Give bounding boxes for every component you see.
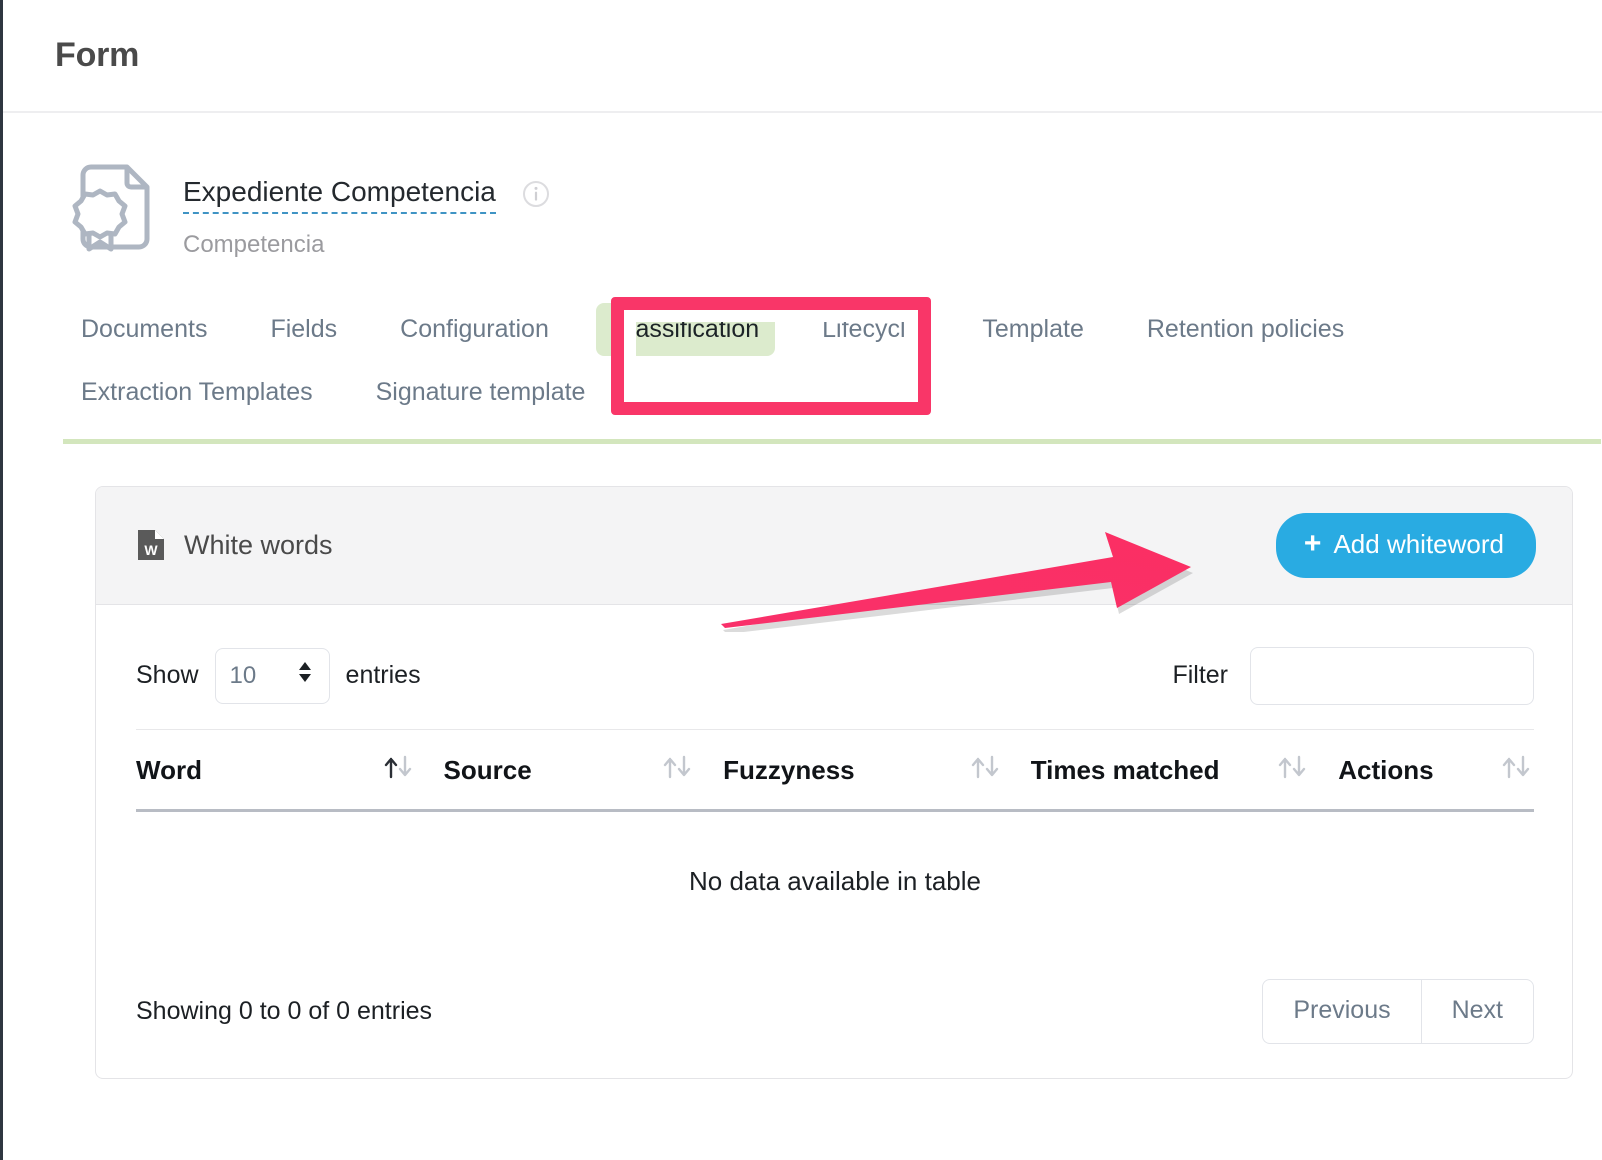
add-whiteword-label: Add whiteword — [1333, 529, 1504, 560]
document-title[interactable]: Expediente Competencia — [183, 177, 496, 214]
tab-extraction-templates[interactable]: Extraction Templates — [65, 366, 329, 419]
sort-icon-actions[interactable] — [1500, 754, 1534, 787]
column-label-times-matched: Times matched — [1031, 755, 1220, 786]
pagination: Previous Next — [1262, 979, 1534, 1044]
sort-icon-source[interactable] — [661, 754, 695, 787]
filter-input[interactable] — [1250, 647, 1534, 705]
column-header-times-matched[interactable]: Times matched — [1031, 729, 1339, 810]
entries-label: entries — [346, 661, 421, 690]
tab-underline — [63, 439, 1601, 444]
white-words-card: W White words + Add whiteword Show 10 — [95, 486, 1573, 1079]
filter-label: Filter — [1172, 661, 1228, 690]
svg-text:W: W — [144, 542, 158, 558]
tab-template[interactable]: Template — [966, 303, 1099, 356]
app-page: Form Expediente Competencia — [0, 0, 1602, 1160]
column-label-actions: Actions — [1338, 755, 1433, 786]
show-label: Show — [136, 661, 199, 690]
column-label-word: Word — [136, 755, 202, 786]
column-header-word[interactable]: Word — [136, 729, 444, 810]
table-head: Word Source — [136, 729, 1534, 810]
table-footer: Showing 0 to 0 of 0 entries Previous Nex… — [136, 957, 1534, 1044]
add-whiteword-button[interactable]: + Add whiteword — [1276, 513, 1536, 578]
word-document-icon: W — [138, 530, 164, 560]
next-page-button[interactable]: Next — [1421, 979, 1534, 1044]
showing-entries-info: Showing 0 to 0 of 0 entries — [136, 997, 432, 1026]
plus-icon: + — [1304, 529, 1322, 559]
white-words-table: Word Source — [136, 729, 1534, 957]
column-header-source[interactable]: Source — [444, 729, 724, 810]
tab-navigation: Documents Fields Configuration Classific… — [3, 303, 1602, 444]
table-empty-row: No data available in table — [136, 810, 1534, 957]
column-label-source: Source — [444, 755, 532, 786]
sort-icon-times-matched[interactable] — [1276, 754, 1310, 787]
page-length-select[interactable]: 10 — [215, 648, 330, 704]
table-body: No data available in table — [136, 810, 1534, 957]
page-length-value: 10 — [230, 662, 257, 690]
page-title: Form — [55, 36, 139, 75]
column-label-fuzzyness: Fuzzyness — [723, 755, 855, 786]
table-header-row: Word Source — [136, 729, 1534, 810]
tab-list: Documents Fields Configuration Classific… — [65, 303, 1572, 419]
tab-fields[interactable]: Fields — [254, 303, 353, 356]
filter-control: Filter — [1172, 647, 1534, 705]
column-header-fuzzyness[interactable]: Fuzzyness — [723, 729, 1031, 810]
top-bar: Form — [3, 0, 1602, 113]
column-header-actions[interactable]: Actions — [1338, 729, 1534, 810]
stepper-arrows-icon — [295, 659, 315, 692]
certificate-document-icon — [65, 157, 157, 253]
document-subtitle: Competencia — [183, 231, 550, 259]
tab-documents[interactable]: Documents — [65, 303, 223, 356]
empty-table-message: No data available in table — [136, 810, 1534, 957]
tab-signature-template[interactable]: Signature template — [360, 366, 602, 419]
table-controls: Show 10 entries — [136, 635, 1534, 729]
document-header: Expediente Competencia Competencia — [3, 113, 1602, 259]
white-words-card-header: W White words + Add whiteword — [96, 487, 1572, 605]
sort-icon-fuzzyness[interactable] — [969, 754, 1003, 787]
tab-classification[interactable]: Classification — [596, 303, 775, 356]
document-meta: Expediente Competencia Competencia — [183, 155, 550, 259]
show-entries-control: Show 10 entries — [136, 648, 421, 704]
white-words-card-body: Show 10 entries — [96, 605, 1572, 1078]
tab-retention-policies[interactable]: Retention policies — [1131, 303, 1360, 356]
info-circle-icon[interactable] — [522, 180, 550, 213]
sort-icon-word[interactable] — [382, 754, 416, 787]
white-words-title: White words — [184, 530, 333, 561]
tab-lifecycle[interactable]: Lifecycle — [806, 303, 935, 356]
tab-configuration[interactable]: Configuration — [384, 303, 565, 356]
previous-page-button[interactable]: Previous — [1262, 979, 1420, 1044]
